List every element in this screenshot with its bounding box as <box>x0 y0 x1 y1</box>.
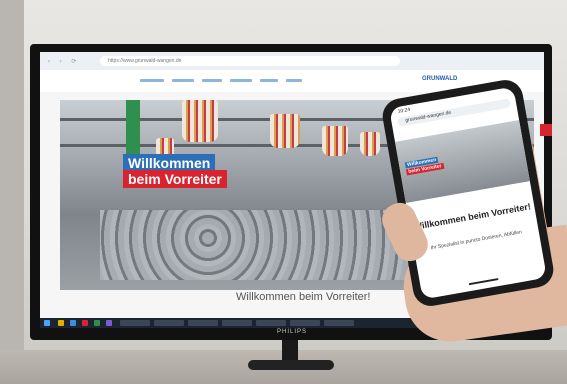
phone-page-subtitle: Ihr Spezialist in puncto Dosieren, Abfül… <box>430 229 523 252</box>
monitor-base <box>248 360 334 370</box>
nav-link[interactable] <box>140 79 164 82</box>
nav-link[interactable] <box>260 79 278 82</box>
cup <box>322 126 348 156</box>
nav-link[interactable] <box>286 79 302 82</box>
taskbar-window[interactable] <box>188 320 218 326</box>
taskbar-app-icon[interactable] <box>106 320 112 326</box>
phone-time: 10:24 <box>397 106 411 115</box>
taskbar-window[interactable] <box>222 320 252 326</box>
hero-badge-line2: beim Vorreiter <box>123 170 227 188</box>
taskbar-app-icon[interactable] <box>58 320 64 326</box>
cup <box>182 100 218 142</box>
monitor-stand <box>282 340 298 362</box>
cup <box>270 114 300 148</box>
address-bar[interactable]: https://www.grunwald-wangen.de <box>100 56 400 66</box>
nav-link[interactable] <box>230 79 252 82</box>
taskbar-app-icon[interactable] <box>82 320 88 326</box>
window-frame <box>0 0 24 384</box>
taskbar-window[interactable] <box>120 320 150 326</box>
taskbar-window[interactable] <box>256 320 286 326</box>
brand-logo[interactable]: GRUNWALD <box>422 76 457 82</box>
browser-toolbar: ‹ › ⟳ https://www.grunwald-wangen.de <box>40 52 544 71</box>
phone-page-title: Willkommen beim Vorreiter! <box>412 201 532 232</box>
taskbar-app-icon[interactable] <box>94 320 100 326</box>
phone-home-indicator[interactable] <box>468 278 499 286</box>
nav-link[interactable] <box>202 79 222 82</box>
nav-link[interactable] <box>172 79 194 82</box>
taskbar-app-icon[interactable] <box>70 320 76 326</box>
page-heading: Willkommen beim Vorreiter! <box>236 291 371 303</box>
taskbar-window[interactable] <box>290 320 320 326</box>
taskbar-window[interactable] <box>154 320 184 326</box>
monitor-brand: PHILIPS <box>277 329 308 335</box>
taskbar-window[interactable] <box>324 320 354 326</box>
contact-icon[interactable] <box>540 124 552 136</box>
start-icon[interactable] <box>44 320 50 326</box>
cup <box>360 132 380 156</box>
browser-nav-icons[interactable]: ‹ › ⟳ <box>48 58 80 65</box>
